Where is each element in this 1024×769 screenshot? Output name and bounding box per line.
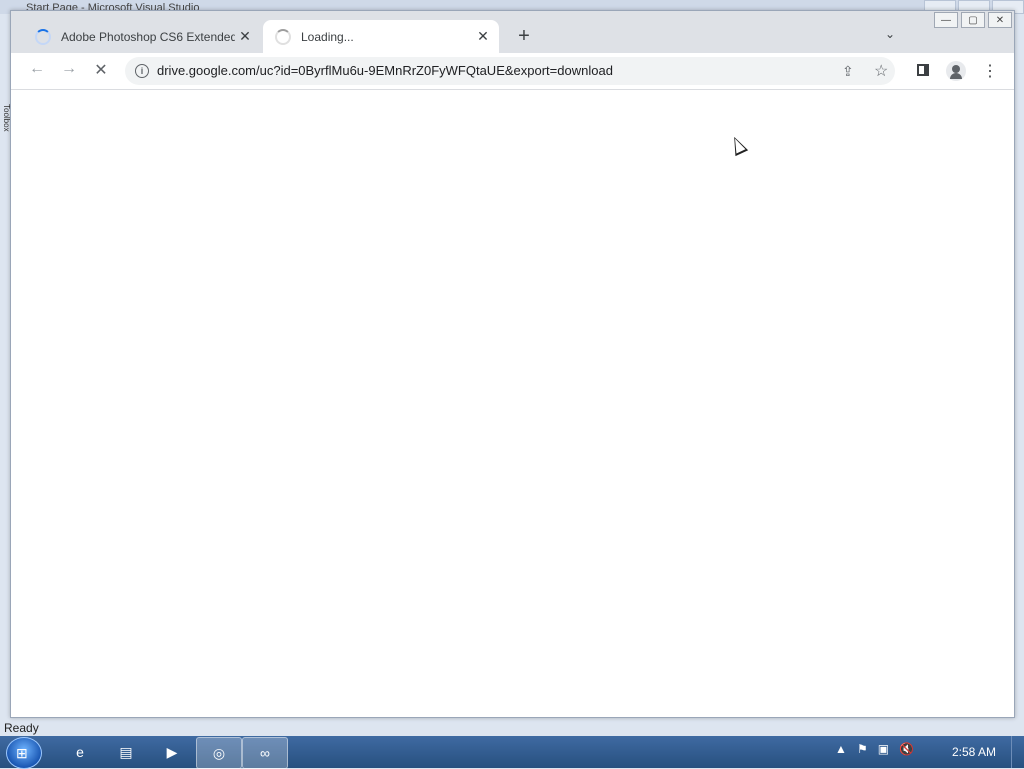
tab-close-icon[interactable]: ✕ xyxy=(473,28,493,45)
url-text[interactable]: drive.google.com/uc?id=0ByrflMu6u-9EMnRr… xyxy=(157,63,613,78)
media-player-taskbar-icon[interactable]: ▶ xyxy=(150,737,194,767)
back-arrow-icon[interactable]: ← xyxy=(25,60,49,78)
maximize-button[interactable]: ▢ xyxy=(961,12,985,28)
volume-muted-icon[interactable]: 🔇 xyxy=(899,742,914,756)
browser-window: Adobe Photoshop CS6 Extended ✕ Loading..… xyxy=(10,10,1015,718)
tab-loading[interactable]: Loading... ✕ xyxy=(263,20,499,53)
browser-toolbar: ← → ✕ i drive.google.com/uc?id=0ByrflMu6… xyxy=(11,53,1014,90)
action-center-flag-icon[interactable]: ⚑ xyxy=(857,742,868,756)
address-bar[interactable]: i drive.google.com/uc?id=0ByrflMu6u-9EMn… xyxy=(125,57,895,85)
chrome-icon: ◎ xyxy=(212,744,226,761)
page-content xyxy=(11,90,1014,717)
visual-studio-icon: ∞ xyxy=(260,745,270,761)
system-tray: ▲ ⚑ ▣ 🔇 xyxy=(835,742,914,756)
tab-photoshop[interactable]: Adobe Photoshop CS6 Extended ✕ xyxy=(25,20,261,53)
window-controls: — ▢ ✕ xyxy=(931,12,1012,28)
show-hidden-icons-icon[interactable]: ▲ xyxy=(835,742,847,756)
tab-close-icon[interactable]: ✕ xyxy=(235,28,255,45)
ie-icon: e xyxy=(76,744,84,760)
mouse-cursor-icon xyxy=(727,133,749,157)
kebab-menu-icon[interactable]: ⋮ xyxy=(982,61,998,81)
folder-icon: ▤ xyxy=(119,743,133,760)
explorer-taskbar-icon[interactable]: ▤ xyxy=(104,737,148,767)
loading-spinner-icon xyxy=(275,28,291,45)
tab-title: Adobe Photoshop CS6 Extended xyxy=(61,29,235,44)
start-button[interactable]: ⊞ xyxy=(6,737,42,769)
ie-taskbar-icon[interactable]: e xyxy=(58,737,102,767)
vs-right-dock xyxy=(1014,14,1024,720)
share-icon[interactable]: ⇪ xyxy=(842,63,854,80)
stop-loading-icon[interactable]: ✕ xyxy=(89,60,113,80)
windows-logo-icon: ⊞ xyxy=(16,745,28,761)
tab-strip: Adobe Photoshop CS6 Extended ✕ Loading..… xyxy=(11,11,1014,53)
network-icon[interactable]: ▣ xyxy=(878,742,889,756)
chrome-taskbar-icon[interactable]: ◎ xyxy=(196,737,242,769)
tab-title: Loading... xyxy=(301,29,354,44)
vs-status-bar: Ready xyxy=(0,720,1024,736)
show-desktop-button[interactable] xyxy=(1011,736,1024,768)
tab-search-chevron-icon[interactable]: ⌄ xyxy=(885,27,895,41)
loading-spinner-icon xyxy=(35,28,51,45)
taskbar: ⊞ e ▤ ▶ ◎ ∞ ▲ ⚑ ▣ 🔇 2:58 AM xyxy=(0,736,1024,769)
side-panel-icon[interactable] xyxy=(917,64,929,76)
site-info-icon[interactable]: i xyxy=(135,64,149,78)
minimize-button[interactable]: — xyxy=(934,12,958,28)
bookmark-star-icon[interactable]: ☆ xyxy=(874,61,888,81)
media-icon: ▶ xyxy=(166,743,178,760)
visual-studio-taskbar-icon[interactable]: ∞ xyxy=(242,737,288,769)
vs-status-text: Ready xyxy=(4,721,39,735)
forward-arrow-icon[interactable]: → xyxy=(57,60,81,78)
clock[interactable]: 2:58 AM xyxy=(952,745,996,759)
new-tab-button[interactable]: + xyxy=(513,25,535,48)
profile-avatar-icon[interactable] xyxy=(946,61,966,81)
close-button[interactable]: ✕ xyxy=(988,12,1012,28)
